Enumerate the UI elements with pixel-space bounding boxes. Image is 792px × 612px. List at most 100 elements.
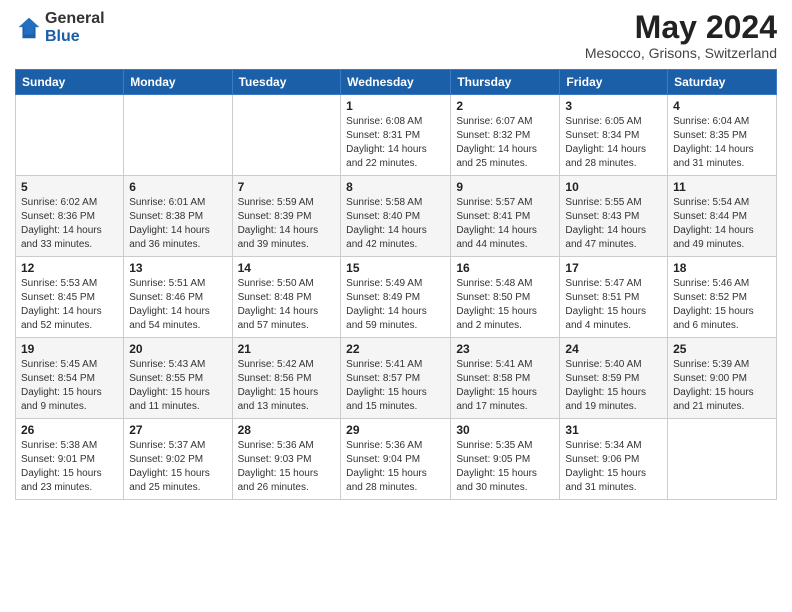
day-number: 22 [346,342,445,356]
week-row-3: 19 Sunrise: 5:45 AMSunset: 8:54 PMDayligh… [16,338,777,419]
calendar-cell: 14Sunrise: 5:50 AMSunset: 8:48 PMDayligh… [232,257,341,338]
calendar-cell: 5 Sunrise: 6:02 AMSunset: 8:36 PMDaylight… [16,176,124,257]
day-number: 5 [21,180,118,194]
day-info: Sunrise: 5:53 AMSunset: 8:45 PMDaylight:… [21,277,118,333]
day-info: Sunrise: 5:41 AMSunset: 8:57 PMDaylight:… [346,358,445,414]
week-row-0: 1 Sunrise: 6:08 AMSunset: 8:31 PMDaylight… [16,95,777,176]
calendar-cell: 25 Sunrise: 5:39 AMSunset: 9:00 PMDayligh… [668,338,777,419]
calendar-cell: 29 Sunrise: 5:36 AMSunset: 9:04 PMDayligh… [341,419,451,500]
logo: General Blue [15,10,105,45]
calendar-cell [668,419,777,500]
day-header-wednesday: Wednesday [341,70,451,95]
day-number: 4 [673,99,771,113]
logo-general-text: General [45,10,105,28]
day-header-sunday: Sunday [16,70,124,95]
day-info: Sunrise: 5:58 AMSunset: 8:40 PMDaylight:… [346,196,445,252]
week-row-4: 26 Sunrise: 5:38 AMSunset: 9:01 PMDayligh… [16,419,777,500]
day-number: 9 [456,180,554,194]
calendar-cell: 2 Sunrise: 6:07 AMSunset: 8:32 PMDaylight… [451,95,560,176]
day-header-friday: Friday [560,70,668,95]
day-info: Sunrise: 6:02 AMSunset: 8:36 PMDaylight:… [21,196,118,252]
day-info: Sunrise: 5:38 AMSunset: 9:01 PMDaylight:… [21,439,118,495]
day-info: Sunrise: 5:48 AMSunset: 8:50 PMDaylight:… [456,277,554,333]
day-info: Sunrise: 5:46 AMSunset: 8:52 PMDaylight:… [673,277,771,333]
day-info: Sunrise: 6:08 AMSunset: 8:31 PMDaylight:… [346,115,445,171]
calendar-cell: 30Sunrise: 5:35 AMSunset: 9:05 PMDayligh… [451,419,560,500]
week-row-1: 5 Sunrise: 6:02 AMSunset: 8:36 PMDaylight… [16,176,777,257]
logo-icon [15,14,43,42]
day-info: Sunrise: 5:37 AMSunset: 9:02 PMDaylight:… [129,439,226,495]
day-info: Sunrise: 5:57 AMSunset: 8:41 PMDaylight:… [456,196,554,252]
calendar-cell: 19 Sunrise: 5:45 AMSunset: 8:54 PMDayligh… [16,338,124,419]
page: General Blue May 2024 Mesocco, Grisons, … [0,0,792,612]
month-title: May 2024 [585,10,777,45]
day-info: Sunrise: 5:34 AMSunset: 9:06 PMDaylight:… [565,439,662,495]
day-number: 2 [456,99,554,113]
day-number: 14 [238,261,336,275]
day-number: 31 [565,423,662,437]
day-number: 20 [129,342,226,356]
day-info: Sunrise: 5:49 AMSunset: 8:49 PMDaylight:… [346,277,445,333]
calendar-cell: 26 Sunrise: 5:38 AMSunset: 9:01 PMDayligh… [16,419,124,500]
day-header-monday: Monday [124,70,232,95]
day-number: 24 [565,342,662,356]
day-number: 25 [673,342,771,356]
day-info: Sunrise: 6:04 AMSunset: 8:35 PMDaylight:… [673,115,771,171]
calendar-body: 1 Sunrise: 6:08 AMSunset: 8:31 PMDaylight… [16,95,777,500]
day-number: 18 [673,261,771,275]
day-header-saturday: Saturday [668,70,777,95]
day-info: Sunrise: 5:40 AMSunset: 8:59 PMDaylight:… [565,358,662,414]
calendar-cell: 20 Sunrise: 5:43 AMSunset: 8:55 PMDayligh… [124,338,232,419]
day-number: 8 [346,180,445,194]
day-number: 23 [456,342,554,356]
day-number: 21 [238,342,336,356]
days-of-week-row: SundayMondayTuesdayWednesdayThursdayFrid… [16,70,777,95]
day-info: Sunrise: 5:47 AMSunset: 8:51 PMDaylight:… [565,277,662,333]
logo-blue-text: Blue [45,28,105,46]
calendar-cell: 23Sunrise: 5:41 AMSunset: 8:58 PMDayligh… [451,338,560,419]
calendar-cell: 10 Sunrise: 5:55 AMSunset: 8:43 PMDayligh… [560,176,668,257]
day-info: Sunrise: 5:42 AMSunset: 8:56 PMDaylight:… [238,358,336,414]
day-header-thursday: Thursday [451,70,560,95]
logo-text: General Blue [45,10,105,45]
day-number: 3 [565,99,662,113]
calendar-cell: 27 Sunrise: 5:37 AMSunset: 9:02 PMDayligh… [124,419,232,500]
day-number: 16 [456,261,554,275]
day-number: 1 [346,99,445,113]
day-number: 29 [346,423,445,437]
day-info: Sunrise: 5:36 AMSunset: 9:03 PMDaylight:… [238,439,336,495]
calendar-cell: 6 Sunrise: 6:01 AMSunset: 8:38 PMDaylight… [124,176,232,257]
day-info: Sunrise: 5:39 AMSunset: 9:00 PMDaylight:… [673,358,771,414]
calendar-cell: 11Sunrise: 5:54 AMSunset: 8:44 PMDayligh… [668,176,777,257]
calendar-cell [124,95,232,176]
calendar-cell: 24 Sunrise: 5:40 AMSunset: 8:59 PMDayligh… [560,338,668,419]
day-number: 17 [565,261,662,275]
day-number: 26 [21,423,118,437]
day-info: Sunrise: 5:45 AMSunset: 8:54 PMDaylight:… [21,358,118,414]
title-block: May 2024 Mesocco, Grisons, Switzerland [585,10,777,61]
calendar-cell: 7Sunrise: 5:59 AMSunset: 8:39 PMDaylight… [232,176,341,257]
day-number: 6 [129,180,226,194]
location: Mesocco, Grisons, Switzerland [585,45,777,61]
day-info: Sunrise: 5:59 AMSunset: 8:39 PMDaylight:… [238,196,336,252]
day-info: Sunrise: 5:51 AMSunset: 8:46 PMDaylight:… [129,277,226,333]
day-info: Sunrise: 6:01 AMSunset: 8:38 PMDaylight:… [129,196,226,252]
calendar-cell: 9 Sunrise: 5:57 AMSunset: 8:41 PMDaylight… [451,176,560,257]
calendar-cell: 18 Sunrise: 5:46 AMSunset: 8:52 PMDayligh… [668,257,777,338]
calendar-cell: 4 Sunrise: 6:04 AMSunset: 8:35 PMDaylight… [668,95,777,176]
day-number: 13 [129,261,226,275]
calendar-table: SundayMondayTuesdayWednesdayThursdayFrid… [15,69,777,500]
day-info: Sunrise: 5:43 AMSunset: 8:55 PMDaylight:… [129,358,226,414]
calendar-cell: 3 Sunrise: 6:05 AMSunset: 8:34 PMDaylight… [560,95,668,176]
day-number: 15 [346,261,445,275]
day-number: 27 [129,423,226,437]
day-number: 19 [21,342,118,356]
day-number: 10 [565,180,662,194]
calendar-cell: 12Sunrise: 5:53 AMSunset: 8:45 PMDayligh… [16,257,124,338]
day-info: Sunrise: 6:05 AMSunset: 8:34 PMDaylight:… [565,115,662,171]
week-row-2: 12Sunrise: 5:53 AMSunset: 8:45 PMDayligh… [16,257,777,338]
day-info: Sunrise: 5:55 AMSunset: 8:43 PMDaylight:… [565,196,662,252]
day-info: Sunrise: 6:07 AMSunset: 8:32 PMDaylight:… [456,115,554,171]
day-info: Sunrise: 5:36 AMSunset: 9:04 PMDaylight:… [346,439,445,495]
calendar-cell: 16 Sunrise: 5:48 AMSunset: 8:50 PMDayligh… [451,257,560,338]
